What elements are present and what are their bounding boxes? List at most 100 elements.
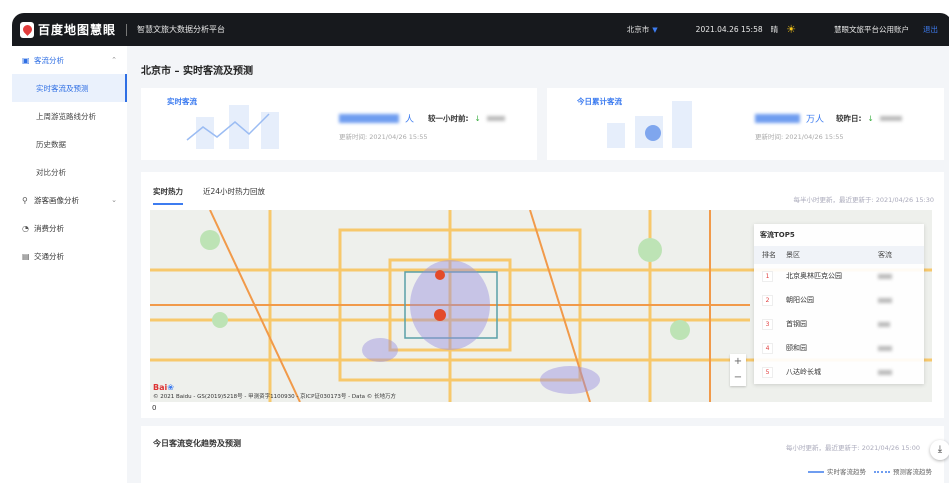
account-name: 慧眼文旅平台公用账户 — [834, 24, 909, 35]
divider — [126, 24, 127, 36]
flow-blurred — [878, 346, 892, 351]
sidebar-item-label: 对比分析 — [36, 167, 66, 178]
sidebar-item-route[interactable]: 上周游览路线分析 — [12, 102, 127, 130]
compare-value-blurred — [487, 116, 505, 121]
table-row: 4 颐和园 — [754, 336, 924, 360]
heatmap-card: 实时热力 近24小时热力回放 每半小时更新，最近更新于: 2021/04/26 1… — [141, 172, 944, 418]
chevron-up-icon: ⌃ — [111, 56, 117, 64]
map-copyright: © 2021 Baidu - GS(2019)5218号 - 甲测资字11009… — [153, 392, 396, 400]
top5-panel: 客流TOP5 排名景区客流 1北京奥林匹克公园 2朝阳公园 3首钢园 4颐和园 … — [754, 224, 924, 384]
flow-blurred — [878, 298, 892, 303]
update-note: 每半小时更新，最近更新于: 2021/04/26 15:30 — [793, 194, 934, 204]
table-row: 2 朝阳公园 — [754, 288, 924, 312]
sidebar-item-passenger-flow[interactable]: ▣客流分析 ⌃ — [12, 46, 127, 74]
scenic-name: 朝阳公园 — [786, 295, 878, 305]
legend-forecast: 预测客流趋势 — [874, 466, 932, 476]
unit: 万人 — [806, 112, 824, 125]
heat-map[interactable]: 客流TOP5 排名景区客流 1北京奥林匹克公园 2朝阳公园 3首钢园 4颐和园 … — [150, 210, 932, 402]
update-time: 更新时间: 2021/04/26 15:55 — [755, 131, 844, 141]
scale-zero: 0 — [152, 404, 156, 412]
sidebar-item-label: 消费分析 — [34, 223, 64, 234]
col-rank: 排名 — [754, 250, 786, 260]
rank-badge: 3 — [762, 319, 773, 330]
datetime: 2021.04.26 15:58 — [696, 25, 763, 34]
page-title: 北京市 – 实时客流及预测 — [141, 62, 253, 77]
legend-realtime: 实时客流趋势 — [808, 466, 866, 476]
tab-24h-replay[interactable]: 近24小时热力回放 — [203, 186, 265, 205]
sidebar-item-label: 客流分析 — [34, 55, 64, 66]
realtime-value-blurred — [339, 114, 399, 123]
update-time: 更新时间: 2021/04/26 15:55 — [339, 131, 428, 141]
flow-blurred — [878, 274, 892, 279]
zoom-in-button[interactable]: + — [730, 354, 746, 370]
platform-title: 智慧文旅大数据分析平台 — [137, 24, 225, 35]
sidebar-item-consumption[interactable]: ◔消费分析 — [12, 214, 127, 242]
user-icon: ⚲ — [22, 196, 34, 205]
main-content: 北京市 – 实时客流及预测 实时客流 人较一小时前:↓ 更新时间: 2021/0… — [141, 46, 949, 483]
city-selector[interactable]: 北京市▼ — [627, 24, 658, 35]
today-flow-card: 今日累计客流 万人较昨日:↓ 更新时间: 2021/04/26 15:55 — [547, 88, 944, 160]
top5-title: 客流TOP5 — [754, 224, 924, 246]
top5-header: 排名景区客流 — [754, 246, 924, 264]
scenic-name: 八达岭长城 — [786, 367, 878, 377]
sidebar-item-label: 实时客流及预测 — [36, 83, 89, 94]
logout-link[interactable]: 退出 — [923, 24, 938, 35]
tab-realtime-heat[interactable]: 实时热力 — [153, 186, 183, 205]
col-flow: 客流 — [878, 250, 924, 260]
table-row: 1 北京奥林匹克公园 — [754, 264, 924, 288]
rank-badge: 1 — [762, 271, 773, 282]
download-icon: ⤓ — [938, 444, 942, 455]
baidu-map-logo[interactable]: 百度地图慧眼 — [20, 21, 116, 38]
line-chart-illustration — [181, 102, 301, 152]
zoom-control: +− — [730, 354, 746, 386]
table-row: 5 八达岭长城 — [754, 360, 924, 384]
flow-blurred — [878, 322, 890, 327]
sidebar: ▣客流分析 ⌃ 实时客流及预测 上周游览路线分析 历史数据 对比分析 ⚲游客画像分… — [12, 46, 127, 483]
scenic-name: 颐和园 — [786, 343, 878, 353]
sidebar-item-label: 交通分析 — [34, 251, 64, 262]
rank-badge: 4 — [762, 343, 773, 354]
map-pin-icon — [20, 22, 34, 38]
trend-update-note: 每小时更新，最近更新于: 2021/04/26 15:00 — [786, 442, 920, 452]
sun-icon: ☀ — [786, 23, 796, 36]
city-label: 北京市 — [627, 25, 650, 34]
sidebar-item-traffic[interactable]: ▤交通分析 — [12, 242, 127, 270]
arrow-down-icon: ↓ — [475, 114, 481, 123]
sidebar-item-realtime[interactable]: 实时客流及预测 — [12, 74, 127, 102]
trend-title: 今日客流变化趋势及预测 — [153, 438, 241, 449]
scenic-name: 北京奥林匹克公园 — [786, 271, 878, 281]
rank-badge: 2 — [762, 295, 773, 306]
pie-icon: ◔ — [22, 224, 34, 233]
unit: 人 — [405, 112, 414, 125]
baidu-logo: Bai❀ — [153, 383, 174, 392]
sidebar-item-compare[interactable]: 对比分析 — [12, 158, 127, 186]
compare-value-blurred — [880, 116, 902, 121]
table-row: 3 首钢园 — [754, 312, 924, 336]
realtime-flow-card: 实时客流 人较一小时前:↓ 更新时间: 2021/04/26 15:55 — [141, 88, 537, 160]
app-window: 百度地图慧眼 智慧文旅大数据分析平台 北京市▼ 2021.04.26 15:58… — [12, 13, 949, 483]
col-scenic: 景区 — [786, 250, 878, 260]
chevron-down-icon: ⌄ — [111, 196, 117, 204]
weather: 晴 — [771, 24, 779, 35]
sidebar-item-visitor-profile[interactable]: ⚲游客画像分析 ⌄ — [12, 186, 127, 214]
sidebar-item-history[interactable]: 历史数据 — [12, 130, 127, 158]
compare-label: 较一小时前: — [428, 113, 469, 124]
sidebar-item-label: 上周游览路线分析 — [36, 111, 96, 122]
download-button[interactable]: ⤓ — [930, 440, 949, 460]
flow-blurred — [878, 370, 892, 375]
arrow-down-icon: ↓ — [868, 114, 874, 123]
rank-badge: 5 — [762, 367, 773, 378]
chart-icon: ▣ — [22, 56, 34, 65]
logo-text: 百度地图慧眼 — [38, 21, 116, 38]
scenic-name: 首钢园 — [786, 319, 878, 329]
trend-card: 今日客流变化趋势及预测 每小时更新，最近更新于: 2021/04/26 15:0… — [141, 426, 944, 483]
sidebar-item-label: 历史数据 — [36, 139, 66, 150]
top-header: 百度地图慧眼 智慧文旅大数据分析平台 北京市▼ 2021.04.26 15:58… — [12, 13, 949, 46]
traffic-icon: ▤ — [22, 252, 34, 261]
today-value-blurred — [755, 114, 800, 123]
sidebar-item-label: 游客画像分析 — [34, 195, 79, 206]
compare-label: 较昨日: — [836, 113, 862, 124]
zoom-out-button[interactable]: − — [730, 370, 746, 386]
pie-chart-illustration — [587, 98, 707, 153]
caret-down-icon: ▼ — [652, 26, 657, 34]
